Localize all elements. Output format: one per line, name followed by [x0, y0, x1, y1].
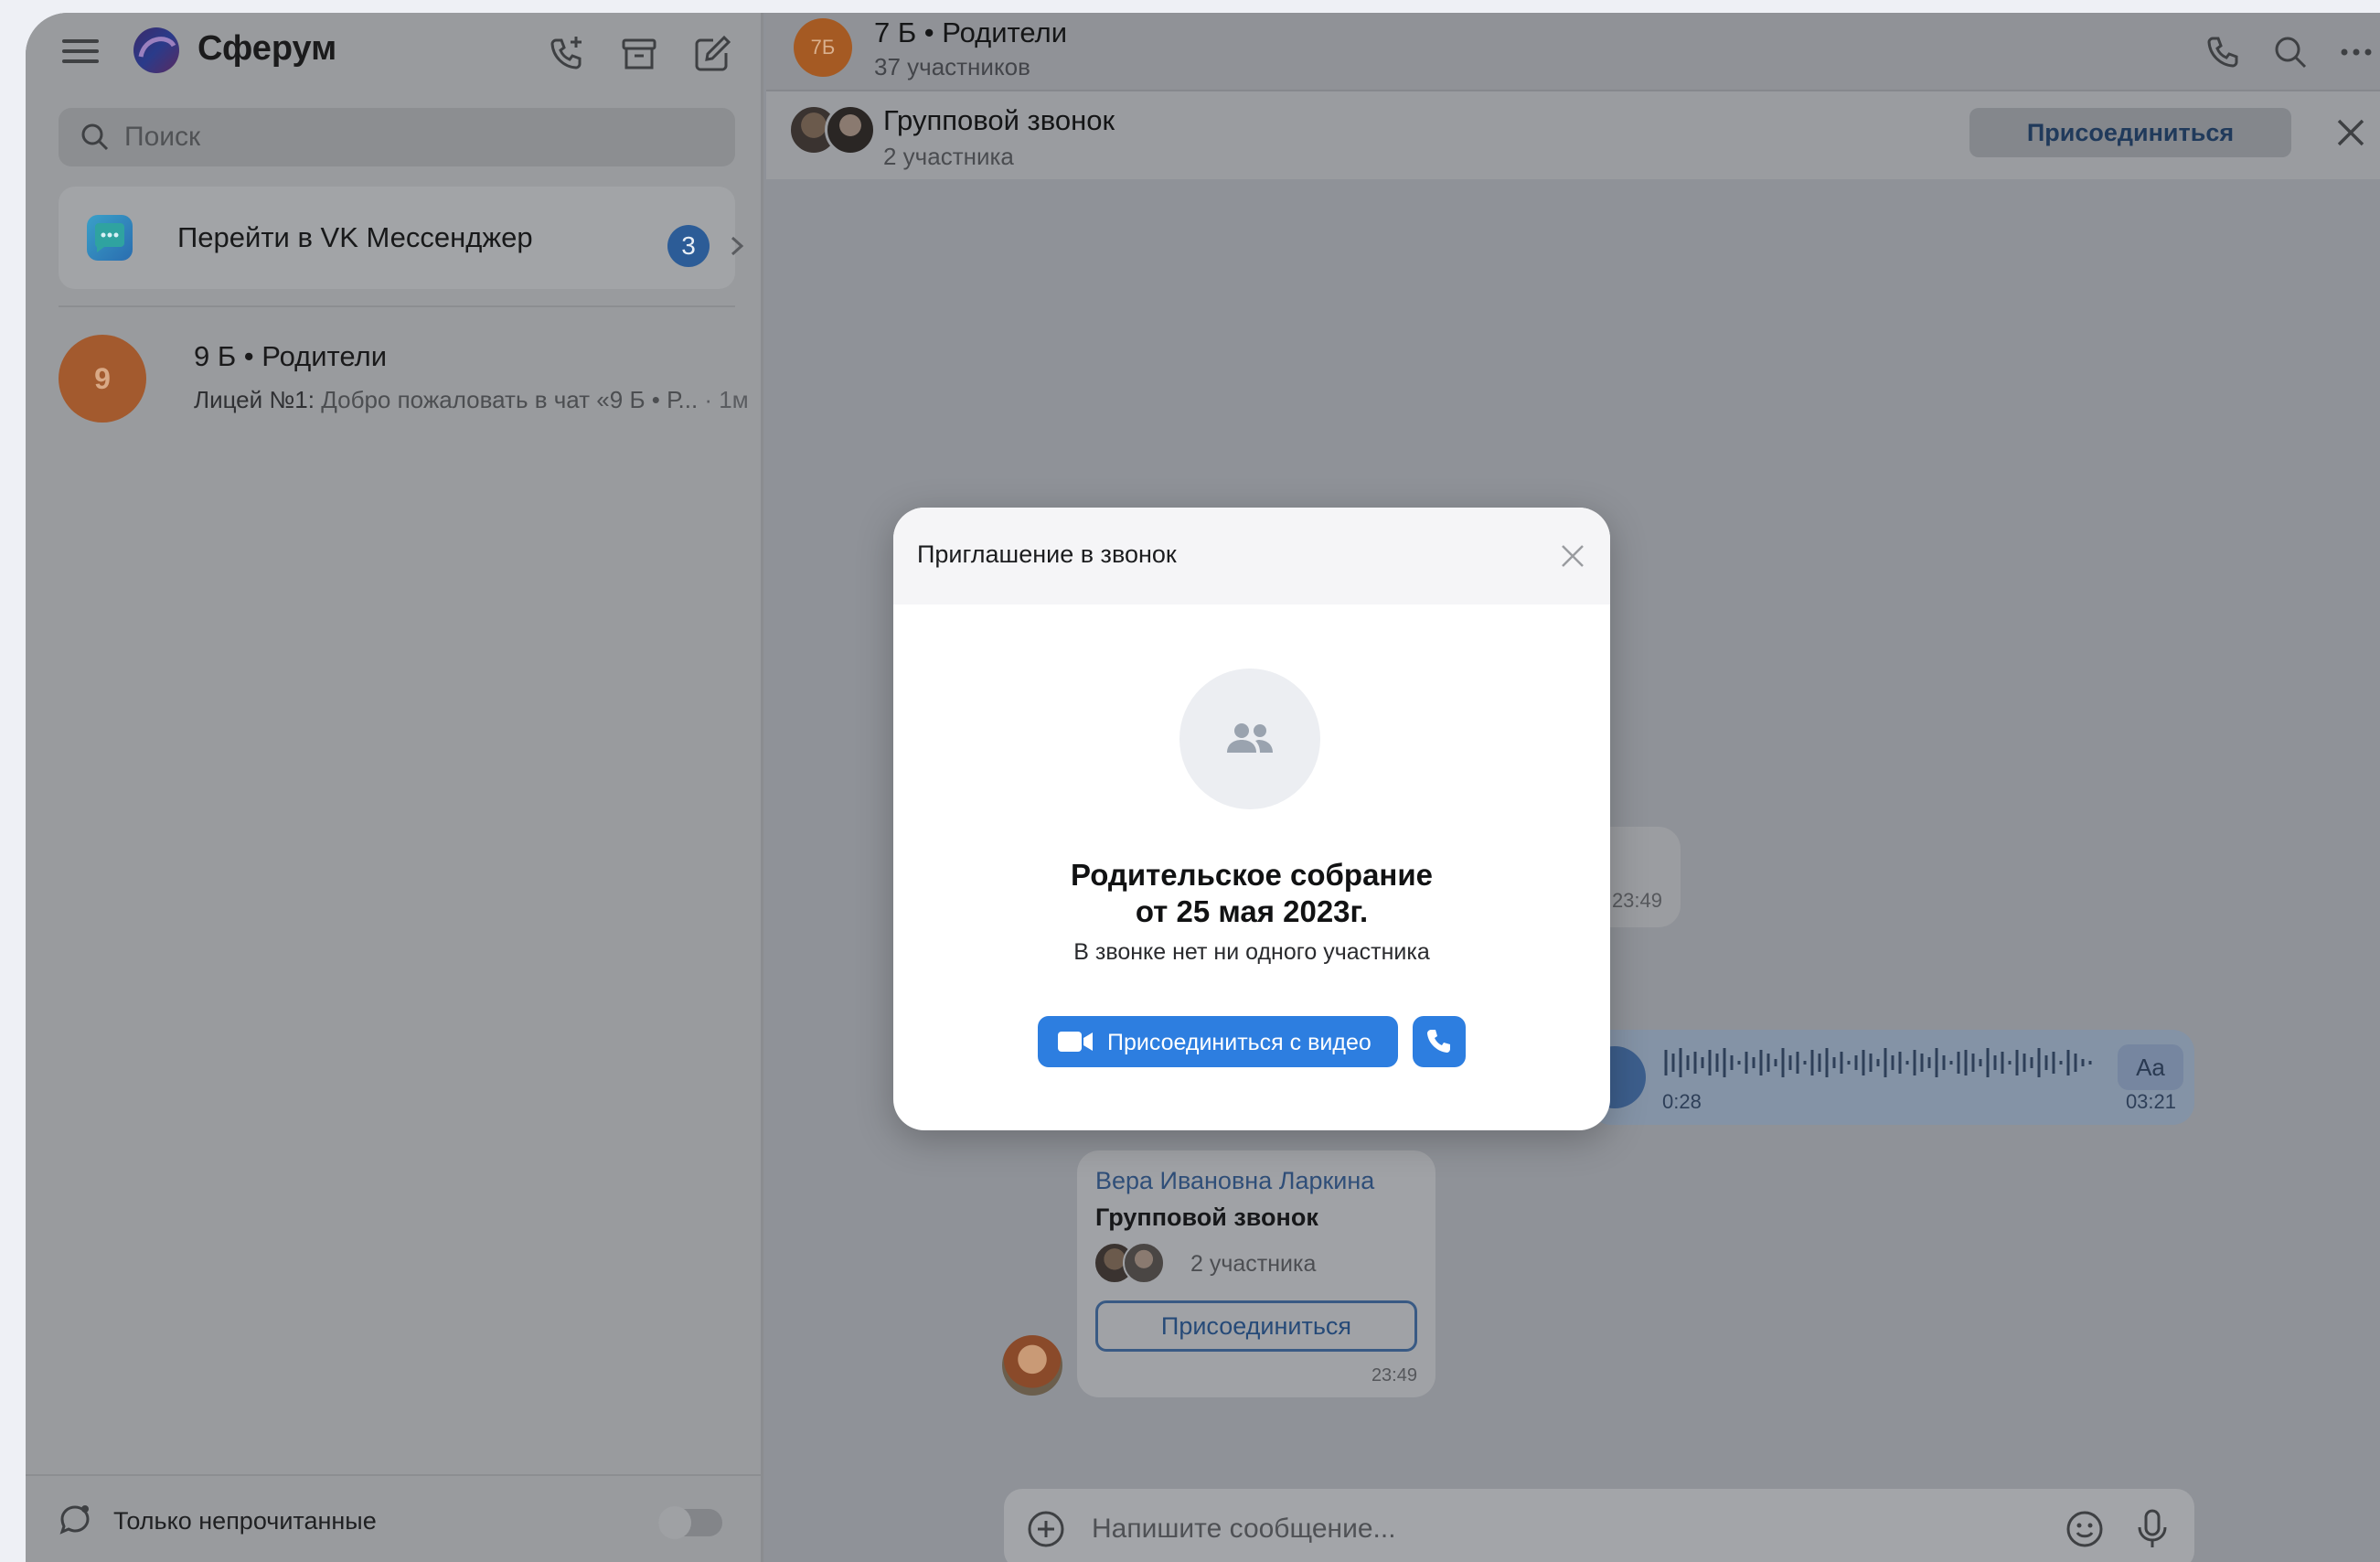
chat-preview-sender: Лицей №1: — [194, 386, 315, 413]
chevron-right-icon — [731, 236, 744, 256]
dialog-title: Приглашение в звонок — [917, 540, 1177, 568]
message-composer — [1004, 1489, 2194, 1562]
active-call-bar: Групповой звонок 2 участника Присоединит… — [766, 91, 2380, 179]
avatar[interactable] — [1002, 1335, 1062, 1396]
microphone-icon[interactable] — [2132, 1507, 2172, 1551]
call-bar-participants: 2 участника — [883, 143, 1014, 170]
message-input[interactable] — [1092, 1489, 2024, 1562]
waveform — [1664, 1048, 2092, 1077]
search-input[interactable] — [124, 108, 710, 166]
chat-avatar: 9 — [59, 335, 146, 423]
join-call-button[interactable]: Присоединиться — [1969, 108, 2291, 157]
call-name: Родительское собрание от 25 мая 2023г. — [893, 857, 1610, 930]
toggle-knob — [658, 1506, 691, 1539]
join-audio-button[interactable] — [1413, 1016, 1466, 1067]
transcribe-button[interactable]: Aa — [2118, 1044, 2183, 1090]
phone-icon — [1427, 1030, 1450, 1053]
divider — [59, 305, 735, 307]
voice-position: 0:28 — [1662, 1090, 1702, 1113]
app-title: Сферум — [197, 29, 337, 68]
call-name-line1: Родительское собрание — [1071, 858, 1433, 892]
close-icon[interactable] — [2332, 113, 2370, 152]
menu-icon[interactable] — [62, 35, 99, 71]
call-message-participants: 2 участника — [1190, 1251, 1317, 1277]
add-call-icon[interactable] — [545, 33, 587, 75]
more-icon[interactable] — [2335, 31, 2377, 73]
search-icon[interactable] — [2269, 31, 2311, 73]
chat-time: · 1м — [704, 386, 749, 413]
compose-icon[interactable] — [691, 33, 733, 75]
chat-title[interactable]: 7 Б • Родители — [874, 16, 1067, 49]
chat-preview: Лицей №1: Добро пожаловать в чат «9 Б • … — [194, 386, 749, 414]
message-time: 23:49 — [1611, 889, 1662, 912]
join-with-video-label: Присоединиться с видео — [1107, 1030, 1371, 1055]
call-name-line2: от 25 мая 2023г. — [1135, 894, 1369, 928]
vk-banner-label: Перейти в VK Мессенджер — [177, 221, 533, 253]
join-call-message-button[interactable]: Присоединиться — [1095, 1300, 1417, 1352]
unread-count-badge: 3 — [667, 225, 710, 267]
chat-header: 7Б 7 Б • Родители 37 участников — [766, 13, 2380, 91]
chat-title: 9 Б • Родители — [194, 340, 388, 372]
vk-messenger-banner[interactable]: Перейти в VK Мессенджер 3 — [59, 187, 744, 289]
voice-message[interactable]: Aa 0:28 03:21 — [1584, 1030, 2194, 1125]
sidebar-header: Сферум — [26, 13, 761, 97]
call-participants-avatars — [788, 104, 880, 165]
search-box[interactable] — [59, 108, 735, 166]
call-message-title: Групповой звонок — [1095, 1204, 1318, 1231]
join-with-video-button[interactable]: Присоединиться с видео — [1038, 1016, 1398, 1067]
call-status: В звонке нет ни одного участника — [1073, 939, 1430, 965]
vk-messenger-icon — [87, 215, 133, 261]
sidebar-footer: Только непрочитанные — [26, 1474, 761, 1562]
unread-chat-icon — [59, 1505, 90, 1535]
group-call-avatar — [1179, 669, 1320, 809]
emoji-icon[interactable] — [2065, 1509, 2105, 1549]
search-icon — [81, 123, 109, 151]
message-sender[interactable]: Вера Ивановна Ларкина — [1095, 1167, 1374, 1195]
chat-list-item[interactable]: 9 9 Б • Родители Лицей №1: Добро пожалов… — [59, 331, 753, 432]
call-bar-title: Групповой звонок — [883, 104, 1115, 136]
close-icon[interactable] — [1557, 540, 1588, 572]
video-camera-icon — [1058, 1032, 1093, 1052]
phone-icon[interactable] — [2202, 31, 2244, 73]
archive-icon[interactable] — [618, 33, 660, 75]
unread-only-toggle[interactable] — [658, 1506, 722, 1539]
chat-members-count: 37 участников — [874, 53, 1030, 80]
group-avatar[interactable]: 7Б — [794, 18, 852, 77]
participant-avatar — [1123, 1242, 1165, 1284]
voice-duration: 03:21 — [2125, 1090, 2176, 1113]
sidebar: Сферум Перейти в VK Мессенджер 3 — [26, 13, 763, 1562]
message-time: 23:49 — [1371, 1365, 1417, 1385]
dialog-header: Приглашение в звонок — [893, 508, 1610, 604]
users-icon — [1227, 723, 1273, 753]
unread-only-label: Только непрочитанные — [113, 1507, 377, 1535]
chat-preview-text: Добро пожаловать в чат «9 Б • Р... — [321, 386, 699, 413]
participant-avatar — [825, 104, 876, 155]
app-window: Сферум Перейти в VK Мессенджер 3 — [26, 13, 2380, 1562]
call-message-bubble: Вера Ивановна Ларкина Групповой звонок 2… — [1077, 1150, 1435, 1397]
call-invite-dialog: Приглашение в звонок Родительское собран… — [893, 508, 1610, 1130]
attach-plus-icon[interactable] — [1026, 1509, 1066, 1549]
call-participants-avatars — [1094, 1242, 1185, 1288]
sferum-logo-icon — [133, 27, 179, 73]
